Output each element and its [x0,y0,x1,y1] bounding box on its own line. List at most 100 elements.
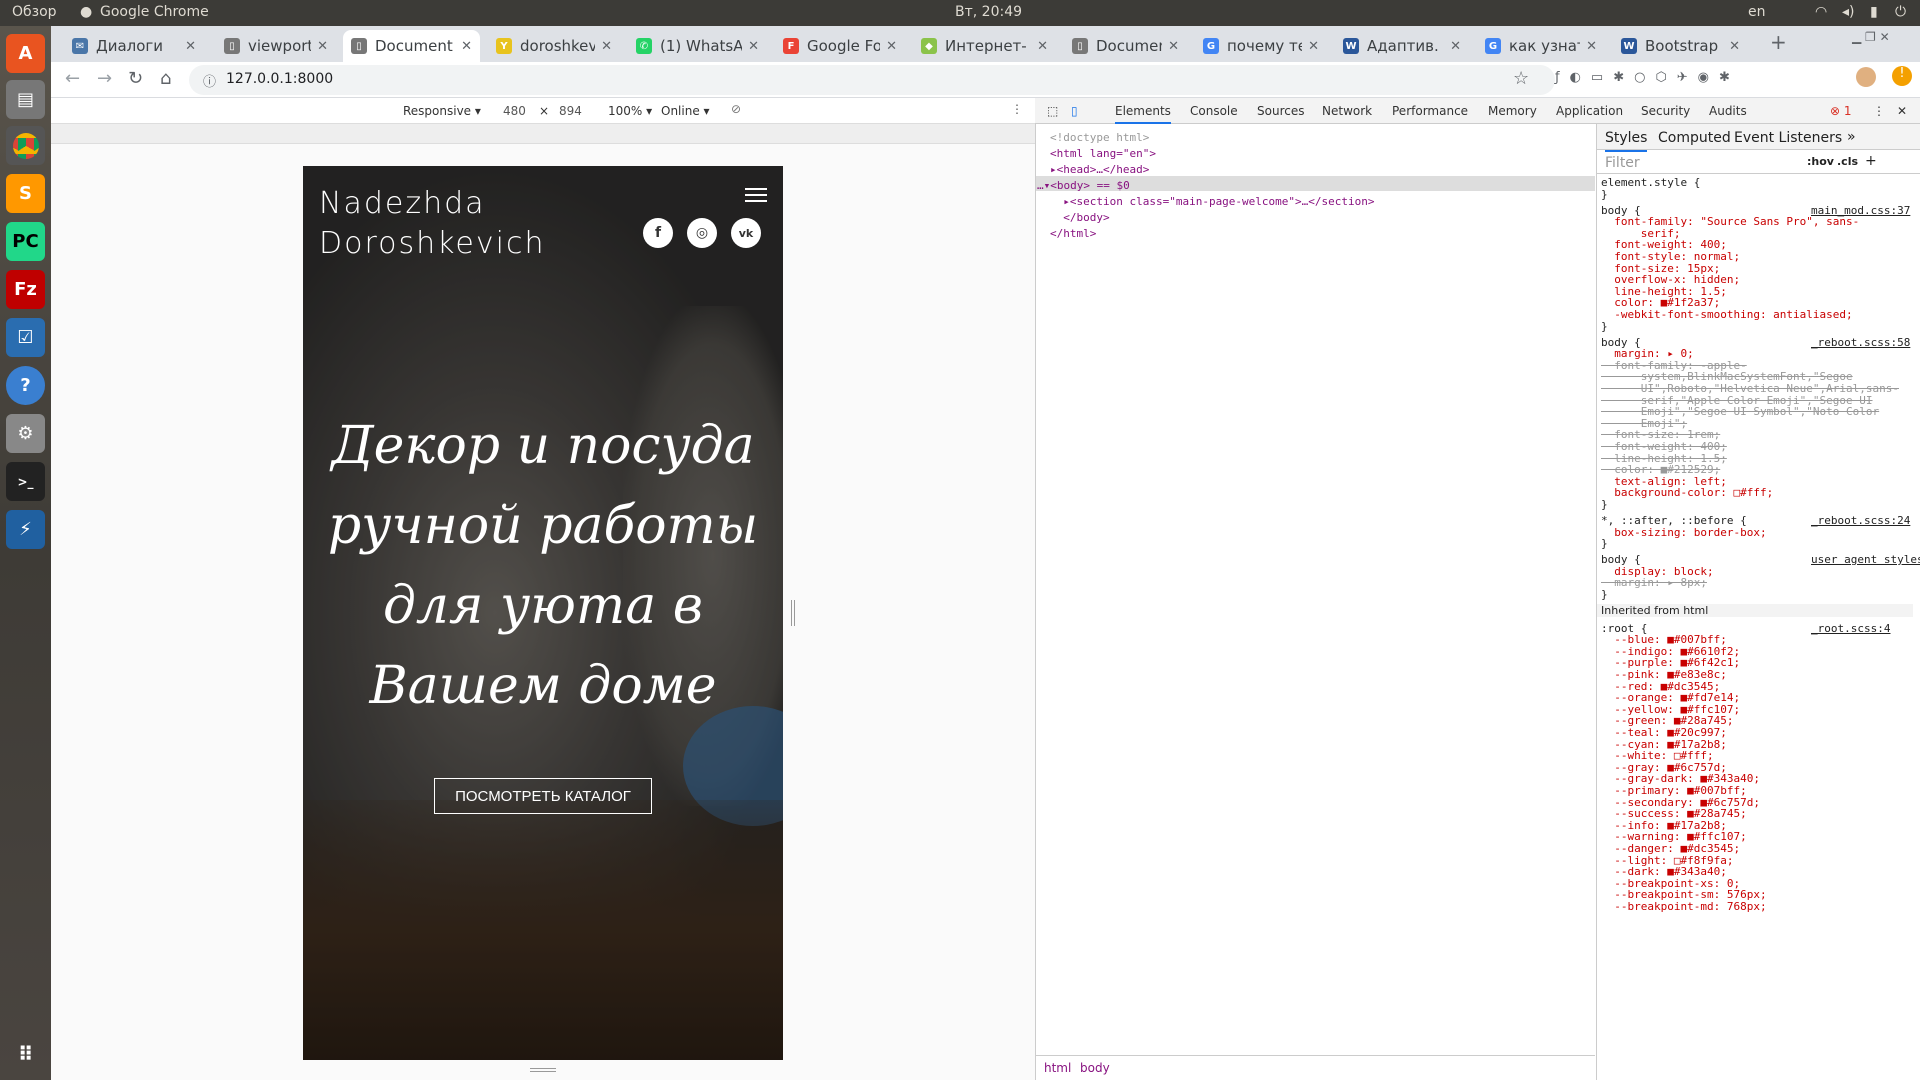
rotate-icon[interactable]: ⊘ [731,102,741,116]
app-menu[interactable]: Google Chrome [100,4,209,20]
keyboard-layout[interactable]: en [1748,4,1766,20]
home-icon[interactable]: ⌂ [160,68,171,89]
dom-line[interactable]: </html> [1050,227,1096,240]
reload-icon[interactable]: ↻ [128,68,143,89]
css-property[interactable]: -webkit-font-smoothing: antialiased; [1601,308,1852,321]
crumb-body[interactable]: body [1080,1061,1110,1075]
tab-elements[interactable]: Elements [1115,104,1171,124]
height-input[interactable]: 894 [559,104,582,118]
tab-styles[interactable]: Styles [1605,130,1648,152]
sublime-icon[interactable]: S [6,174,45,213]
dom-line[interactable]: </body> [1050,211,1109,224]
window-controls[interactable]: ▁ ❐ ✕ [1852,30,1890,44]
files-icon[interactable]: ▤ [6,80,45,119]
devtools-menu-icon[interactable]: ⋮ [1873,104,1885,118]
tab-close-icon[interactable]: ✕ [1037,39,1048,54]
tasks-icon[interactable]: ☑ [6,318,45,357]
browser-tab[interactable]: Gпочему те ✕ [1195,30,1327,62]
dom-line[interactable]: <!doctype html> [1050,131,1149,144]
tab-computed[interactable]: Computed [1658,130,1731,146]
forward-icon[interactable]: → [97,68,112,89]
activities-label[interactable]: Обзор [12,4,57,20]
styles-filter-input[interactable]: Filter [1605,155,1640,171]
browser-tab[interactable]: W Bootstrap ✕ [1613,30,1748,62]
error-count-badge[interactable]: ⊗ 1 [1830,104,1852,118]
profile-avatar[interactable] [1856,67,1876,87]
css-property[interactable]: margin: ▸ 8px; [1601,576,1707,589]
browser-tab[interactable]: ▯ viewport m ✕ [216,30,336,62]
cls-toggle[interactable]: .cls [1837,155,1858,168]
browser-tab[interactable]: ✉ Диалоги ✕ [64,30,204,62]
css-property[interactable]: --breakpoint-md: 768px; [1601,900,1766,913]
tab-close-icon[interactable]: ✕ [317,39,328,54]
css-selector[interactable]: } [1601,498,1608,511]
view-catalog-button[interactable]: ПОСМОТРЕТЬ КАТАЛОГ [434,778,652,814]
omnibox[interactable] [189,65,1555,95]
info-icon[interactable]: ⓘ [203,71,216,90]
crumb-html[interactable]: html [1044,1061,1071,1075]
back-icon[interactable]: ← [65,68,80,89]
device-toggle-icon[interactable]: ▯ [1071,104,1078,118]
extension-icons[interactable]: ƒ◐▭✱○⬡✈◉✱ [1555,70,1740,85]
battery-icon[interactable]: ▮ [1870,4,1878,20]
media-query-ruler[interactable] [51,124,1035,144]
filezilla-icon[interactable]: Fz [6,270,45,309]
wifi-icon[interactable]: ◠ [1815,4,1827,20]
browser-tab[interactable]: ▯ Document ✕ [1064,30,1187,62]
dom-line[interactable]: <html lang="en"> [1050,147,1156,160]
zoom-select[interactable]: 100% ▾ [608,104,652,118]
clock[interactable]: Вт, 20:49 [955,4,1022,20]
tab-close-icon[interactable]: ✕ [185,39,196,54]
browser-tab[interactable]: ▯ Document ✕ [343,30,480,62]
browser-tab[interactable]: W Адаптив. Н ✕ [1335,30,1469,62]
dom-line[interactable]: ▸<head>…</head> [1050,163,1149,176]
tab-console[interactable]: Console [1190,104,1238,118]
menu-icon[interactable]: ! [1892,66,1912,86]
css-selector[interactable]: } [1601,537,1608,550]
css-selector[interactable]: } [1601,320,1608,333]
css-selector[interactable]: } [1601,588,1608,601]
new-tab-button[interactable]: + [1770,30,1787,54]
resize-handle-bottom[interactable] [530,1068,556,1072]
devtools-close-icon[interactable]: ✕ [1897,104,1907,118]
tab-sources[interactable]: Sources [1257,104,1304,118]
tab-close-icon[interactable]: ✕ [886,39,897,54]
browser-tab[interactable]: Ydoroshkevi ✕ [488,30,620,62]
width-input[interactable]: 480 [503,104,526,118]
css-selector[interactable]: element.style { [1601,176,1700,189]
browser-tab[interactable]: Gкак узнать ✕ [1477,30,1605,62]
volume-icon[interactable]: ◂) [1842,4,1855,20]
terminal-icon[interactable]: >_ [6,462,45,501]
tab-security[interactable]: Security [1641,104,1690,118]
dom-line[interactable]: ▸<section class="main-page-welcome">…</s… [1050,195,1374,208]
pycharm-icon[interactable]: PC [6,222,45,261]
tab-network[interactable]: Network [1322,104,1372,118]
network-select[interactable]: Online ▾ [661,104,710,118]
tab-performance[interactable]: Performance [1392,104,1468,118]
address-text[interactable]: 127.0.0.1:8000 [226,71,333,87]
tab-close-icon[interactable]: ✕ [1308,39,1319,54]
tab-close-icon[interactable]: ✕ [1586,39,1597,54]
resize-handle-right[interactable] [791,600,795,626]
network-tool-icon[interactable]: ⚡ [6,510,45,549]
tab-memory[interactable]: Memory [1488,104,1537,118]
tab-application[interactable]: Application [1556,104,1623,118]
hamburger-menu-icon[interactable] [745,188,767,204]
power-icon[interactable]: ⏻ [1895,4,1906,20]
bookmark-star-icon[interactable]: ☆ [1513,68,1529,89]
instagram-icon[interactable]: ◎ [687,218,717,248]
site-brand[interactable]: Nadezhda Doroshkevich [319,184,546,264]
tab-close-icon[interactable]: ✕ [748,39,759,54]
facebook-icon[interactable]: f [643,218,673,248]
settings-icon[interactable]: ⚙ [6,414,45,453]
device-mode-select[interactable]: Responsive ▾ [403,104,481,118]
tab-audits[interactable]: Audits [1709,104,1747,118]
hov-toggle[interactable]: :hov [1807,155,1834,168]
tab-close-icon[interactable]: ✕ [461,39,472,54]
add-rule-icon[interactable]: + [1865,153,1877,169]
inspect-icon[interactable]: ⬚ [1047,104,1058,118]
tab-close-icon[interactable]: ✕ [1450,39,1461,54]
vk-icon[interactable]: vk [731,218,761,248]
tab-close-icon[interactable]: ✕ [1168,39,1179,54]
tab-close-icon[interactable]: ✕ [1729,39,1740,54]
